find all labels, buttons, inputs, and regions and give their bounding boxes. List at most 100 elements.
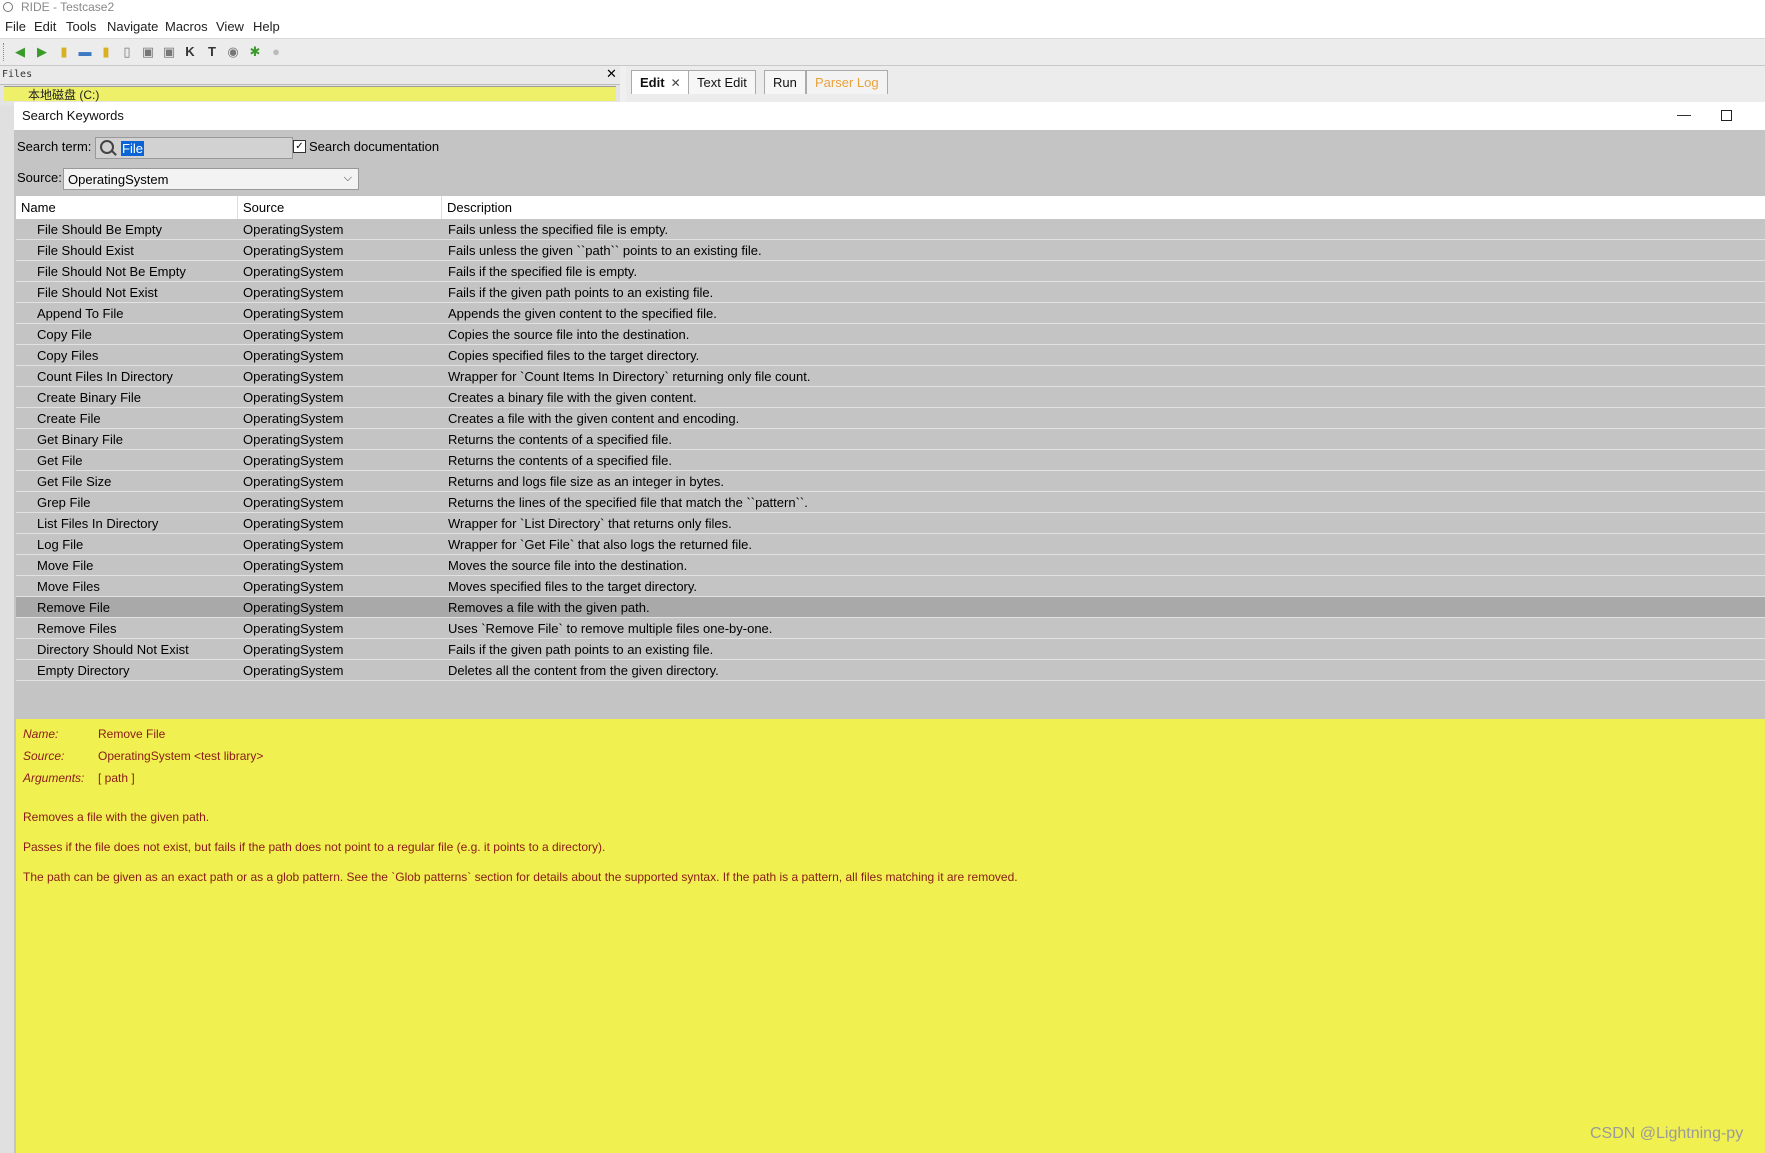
editor-tabs: Edit ✕ Text Edit Run Parser Log (626, 66, 1765, 106)
keyword-list[interactable]: Name Source Description File Should Be E… (16, 196, 1765, 719)
keyword-name-cell: Count Files In Directory (37, 369, 173, 384)
table-row[interactable]: Move Files OperatingSystem Moves specified… (16, 576, 1765, 597)
table-row[interactable]: Append To File OperatingSystem Appends the… (16, 303, 1765, 324)
keyword-description-cell: Uses `Remove File` to remove multiple fi… (448, 621, 773, 636)
menu-macros[interactable]: Macros (165, 19, 208, 34)
column-header-name[interactable]: Name (16, 196, 238, 219)
keyword-name-cell: Remove File (37, 600, 110, 615)
keyword-description-cell: Returns the contents of a specified file… (448, 453, 673, 468)
test-case-icon[interactable]: T (203, 43, 221, 61)
table-row[interactable]: Move File OperatingSystem Moves the source… (16, 555, 1765, 576)
tab-edit[interactable]: Edit ✕ (631, 70, 690, 94)
toolbar: ◀ ▶ ▮ ▬ ▮ ▯ ▣ ▣ K T ◉ ✱ ● (0, 39, 1765, 66)
keyword-list-header: Name Source Description (16, 196, 1765, 220)
back-arrow-icon[interactable]: ◀ (11, 43, 29, 61)
keyword-name-cell: Append To File (37, 306, 124, 321)
maximize-icon[interactable] (1721, 110, 1732, 121)
open-directory-icon[interactable]: ▮ (97, 43, 115, 61)
table-row[interactable]: Empty Directory OperatingSystem Deletes al… (16, 660, 1765, 681)
table-row[interactable]: Get File Size OperatingSystem Returns and … (16, 471, 1765, 492)
keyword-description-cell: Wrapper for `List Directory` that return… (448, 516, 732, 531)
keyword-source-cell: OperatingSystem (243, 390, 344, 405)
keyword-search-icon[interactable]: K (181, 43, 199, 61)
save-icon[interactable]: ▣ (139, 43, 157, 61)
column-header-source[interactable]: Source (238, 196, 442, 219)
table-row[interactable]: File Should Not Exist OperatingSystem Fail… (16, 282, 1765, 303)
menu-view[interactable]: View (216, 19, 244, 34)
keyword-name-cell: File Should Not Be Empty (37, 264, 186, 279)
tab-parser-log[interactable]: Parser Log (806, 70, 888, 94)
open-folder-icon[interactable]: ▬ (76, 43, 94, 61)
menu-navigate[interactable]: Navigate (107, 19, 158, 34)
forward-arrow-icon[interactable]: ▶ (33, 43, 51, 61)
keyword-name-cell: List Files In Directory (37, 516, 159, 531)
source-select[interactable]: OperatingSystem ⌵ (63, 168, 359, 190)
keyword-description-cell: Fails unless the given ``path`` points t… (448, 243, 762, 258)
tab-text-edit-label: Text Edit (697, 75, 747, 90)
table-row[interactable]: Copy File OperatingSystem Copies the sourc… (16, 324, 1765, 345)
column-header-description[interactable]: Description (442, 196, 1765, 219)
search-icon (100, 140, 114, 154)
close-tab-icon[interactable]: ✕ (671, 76, 681, 90)
search-box[interactable]: File (95, 137, 293, 159)
menu-help[interactable]: Help (253, 19, 280, 34)
keyword-name-cell: File Should Exist (37, 243, 134, 258)
keyword-source-cell: OperatingSystem (243, 411, 344, 426)
detail-paragraph: The path can be given as an exact path o… (23, 870, 1018, 884)
detail-name-value: Remove File (98, 727, 166, 741)
table-row[interactable]: Remove File OperatingSystem Removes a file… (16, 597, 1765, 618)
new-project-icon[interactable]: ▮ (55, 43, 73, 61)
keyword-description-cell: Creates a binary file with the given con… (448, 390, 697, 405)
source-row: Source: OperatingSystem ⌵ (14, 162, 1765, 196)
table-row[interactable]: File Should Be Empty OperatingSystem Fails… (16, 219, 1765, 240)
keyword-source-cell: OperatingSystem (243, 327, 344, 342)
debug-bug-icon[interactable]: ✱ (246, 43, 264, 61)
keyword-description-cell: Fails if the specified file is empty. (448, 264, 638, 279)
table-row[interactable]: Log File OperatingSystem Wrapper for `Get … (16, 534, 1765, 555)
stop-icon[interactable]: ● (267, 43, 285, 61)
table-row[interactable]: Count Files In Directory OperatingSystem W… (16, 366, 1765, 387)
tree-item-drive[interactable]: 本地磁盘 (C:) (4, 86, 616, 102)
table-row[interactable]: List Files In Directory OperatingSystem Wr… (16, 513, 1765, 534)
close-icon[interactable]: ✕ (606, 66, 617, 82)
menu-edit[interactable]: Edit (34, 19, 56, 34)
keyword-source-cell: OperatingSystem (243, 285, 344, 300)
keyword-description-cell: Wrapper for `Count Items In Directory` r… (448, 369, 811, 384)
tab-run-label: Run (773, 75, 797, 90)
chevron-down-icon: ⌵ (343, 172, 352, 184)
table-row[interactable]: Create Binary File OperatingSystem Creates… (16, 387, 1765, 408)
tab-run[interactable]: Run (764, 70, 806, 94)
search-documentation-label: Search documentation (309, 139, 440, 154)
search-input[interactable] (120, 140, 286, 156)
detail-name-key: Name: (23, 727, 59, 741)
table-row[interactable]: Get File OperatingSystem Returns the conte… (16, 450, 1765, 471)
table-row[interactable]: Get Binary File OperatingSystem Returns th… (16, 429, 1765, 450)
table-row[interactable]: File Should Exist OperatingSystem Fails un… (16, 240, 1765, 261)
menu-tools[interactable]: Tools (66, 19, 96, 34)
keyword-name-cell: File Should Be Empty (37, 222, 163, 237)
minimize-icon[interactable]: — (1677, 106, 1691, 122)
keyword-description-cell: Returns and logs file size as an integer… (448, 474, 725, 489)
keyword-source-cell: OperatingSystem (243, 621, 344, 636)
keyword-source-cell: OperatingSystem (243, 453, 344, 468)
keyword-source-cell: OperatingSystem (243, 222, 344, 237)
keyword-name-cell: Get Binary File (37, 432, 123, 447)
tab-text-edit[interactable]: Text Edit (688, 70, 756, 94)
new-file-icon[interactable]: ▯ (118, 43, 136, 61)
run-icon[interactable]: ◉ (224, 43, 242, 61)
files-panel-header: Files ✕ (0, 66, 620, 85)
table-row[interactable]: File Should Not Be Empty OperatingSystem F… (16, 261, 1765, 282)
keyword-source-cell: OperatingSystem (243, 579, 344, 594)
save-all-icon[interactable]: ▣ (160, 43, 178, 61)
table-row[interactable]: Directory Should Not Exist OperatingSyste… (16, 639, 1765, 660)
keyword-description-cell: Copies the source file into the destinat… (448, 327, 690, 342)
table-row[interactable]: Remove Files OperatingSystem Uses `Remove … (16, 618, 1765, 639)
search-documentation-checkbox[interactable]: ✓ (293, 140, 306, 153)
table-row[interactable]: Copy Files OperatingSystem Copies specifie… (16, 345, 1765, 366)
keyword-description-cell: Copies specified files to the target dir… (448, 348, 700, 363)
menu-file[interactable]: File (5, 19, 26, 34)
keyword-source-cell: OperatingSystem (243, 306, 344, 321)
window-title-bar: RIDE - Testcase2 (0, 0, 1765, 16)
table-row[interactable]: Grep File OperatingSystem Returns the line… (16, 492, 1765, 513)
table-row[interactable]: Create File OperatingSystem Creates a file… (16, 408, 1765, 429)
